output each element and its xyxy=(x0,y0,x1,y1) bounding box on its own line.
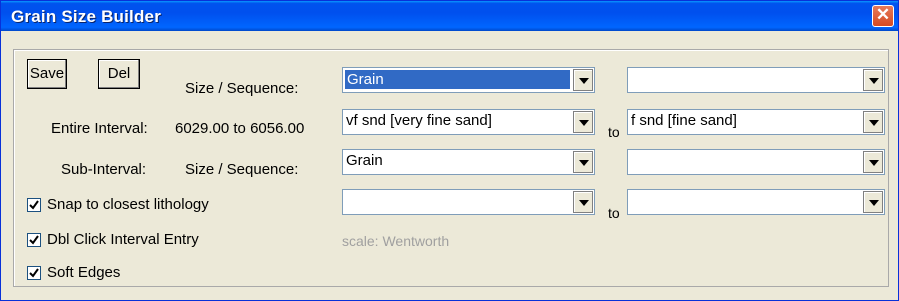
close-icon: ✕ xyxy=(875,5,891,24)
entire-interval-label: Entire Interval: xyxy=(51,120,148,137)
grain-size-builder-window: Grain Size Builder ✕ Save Del Size / Seq… xyxy=(0,0,899,301)
snap-checkbox-label[interactable]: Snap to closest lithology xyxy=(47,196,209,213)
soft-edges-checkbox-label[interactable]: Soft Edges xyxy=(47,264,120,281)
checkmark-icon xyxy=(29,200,39,210)
chevron-down-icon[interactable] xyxy=(573,191,593,213)
entire-interval-from-combo[interactable]: vf snd [very fine sand] xyxy=(342,109,595,135)
sub-size-sequence-value: Grain xyxy=(346,152,383,169)
dialog-body: Save Del Size / Sequence: Grain Entire I… xyxy=(5,31,894,297)
close-button[interactable]: ✕ xyxy=(872,5,894,27)
chevron-down-icon[interactable] xyxy=(573,111,593,133)
dbl-click-checkbox-label[interactable]: Dbl Click Interval Entry xyxy=(47,231,199,248)
size-sequence-combo-2[interactable] xyxy=(627,67,885,93)
to-label-2: to xyxy=(608,205,620,221)
size-sequence-combo[interactable]: Grain xyxy=(342,67,595,93)
sub-interval-to-combo[interactable] xyxy=(627,189,885,215)
chevron-down-icon[interactable] xyxy=(863,111,883,133)
chevron-down-icon[interactable] xyxy=(863,69,883,91)
checkmark-icon xyxy=(29,235,39,245)
size-sequence-label: Size / Sequence: xyxy=(185,80,299,97)
checkmark-icon xyxy=(29,268,39,278)
del-button[interactable]: Del xyxy=(98,59,140,89)
chevron-down-icon[interactable] xyxy=(863,151,883,173)
scale-label: scale: Wentworth xyxy=(342,233,450,249)
entire-interval-value: 6029.00 to 6056.00 xyxy=(175,120,305,137)
window-title: Grain Size Builder xyxy=(11,7,162,26)
chevron-down-icon[interactable] xyxy=(573,151,593,173)
sub-size-sequence-label: Size / Sequence: xyxy=(185,161,299,178)
sub-interval-from-combo[interactable] xyxy=(342,189,595,215)
entire-interval-to-combo[interactable]: f snd [fine sand] xyxy=(627,109,885,135)
chevron-down-icon[interactable] xyxy=(863,191,883,213)
save-button[interactable]: Save xyxy=(27,59,67,89)
sub-interval-label: Sub-Interval: xyxy=(61,161,147,178)
sub-size-sequence-combo[interactable]: Grain xyxy=(342,149,595,175)
entire-interval-from-value: vf snd [very fine sand] xyxy=(346,112,492,129)
sub-size-sequence-combo-2[interactable] xyxy=(627,149,885,175)
snap-checkbox[interactable] xyxy=(27,198,41,212)
size-sequence-value: Grain xyxy=(345,70,570,89)
to-label: to xyxy=(608,124,620,140)
chevron-down-icon[interactable] xyxy=(573,69,593,91)
title-bar[interactable]: Grain Size Builder ✕ xyxy=(1,1,898,31)
dbl-click-checkbox[interactable] xyxy=(27,233,41,247)
entire-interval-to-value: f snd [fine sand] xyxy=(631,112,737,129)
soft-edges-checkbox[interactable] xyxy=(27,266,41,280)
